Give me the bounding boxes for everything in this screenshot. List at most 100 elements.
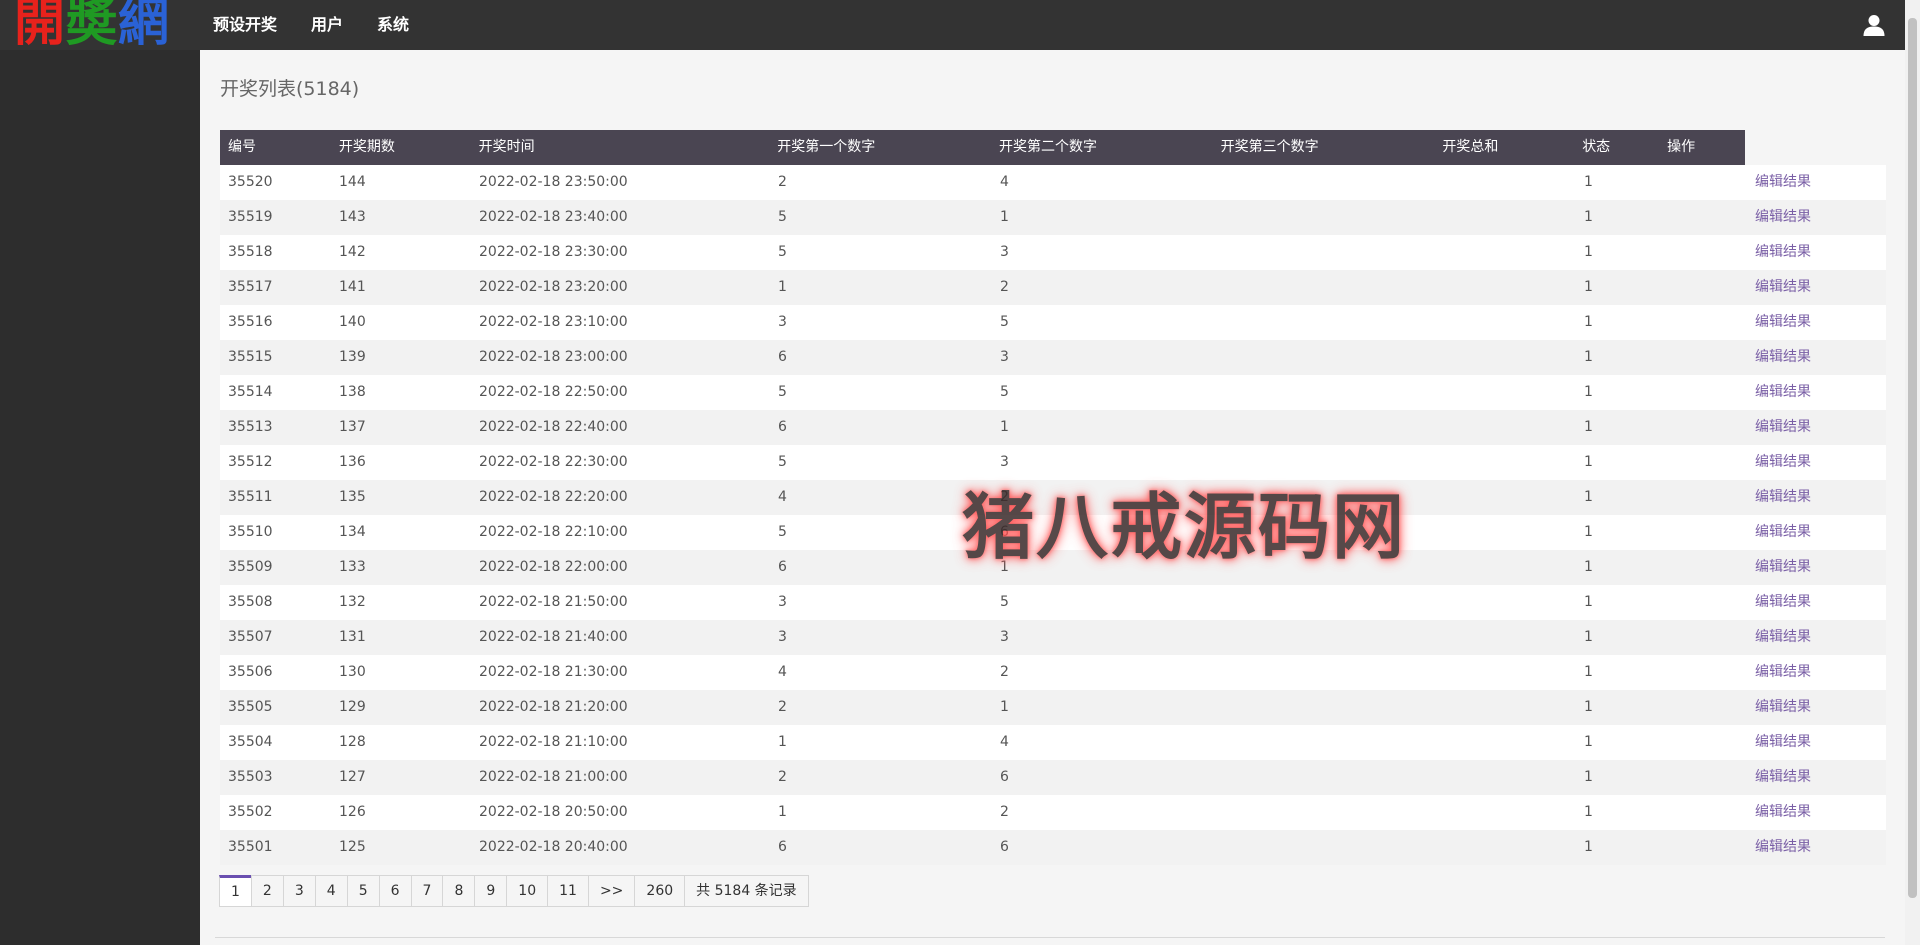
edit-result-link[interactable]: 编辑结果 [1755,769,1811,785]
cell-status: 1 [1584,734,1593,750]
edit-result-link[interactable]: 编辑结果 [1755,594,1811,610]
page-button-11[interactable]: 11 [547,875,589,907]
last-page-button[interactable]: 260 [634,875,686,907]
cell-third-number [1214,830,1436,865]
cell-second-number: 6 [1000,524,1009,540]
cell-time: 2022-02-18 23:40:00 [479,209,628,225]
scrollbar-thumb[interactable] [1908,18,1917,898]
cell-first-number: 5 [778,244,787,260]
cell-sum [1436,830,1576,865]
cell-id: 35506 [228,664,273,680]
page-button-3[interactable]: 3 [282,875,316,907]
page-button-7[interactable]: 7 [410,875,444,907]
cell-first-number: 1 [778,734,787,750]
edit-result-link[interactable]: 编辑结果 [1755,839,1811,855]
cell-spacer [1661,410,1747,445]
edit-result-link[interactable]: 编辑结果 [1755,279,1811,295]
edit-result-link[interactable]: 编辑结果 [1755,209,1811,225]
nav-item-system[interactable]: 系统 [360,0,426,50]
table-row: 35512 136 2022-02-18 22:30:00 5 3 1 编辑结果 [220,445,1886,480]
cell-status: 1 [1584,559,1593,575]
page-button-8[interactable]: 8 [442,875,476,907]
top-navbar: 開奬網 预设开奖 用户 系统 [0,0,1905,52]
edit-result-link[interactable]: 编辑结果 [1755,629,1811,645]
page-title: 开奖列表(5184) [220,78,360,100]
edit-result-link[interactable]: 编辑结果 [1755,664,1811,680]
cell-first-number: 6 [778,419,787,435]
cell-sum [1436,445,1576,480]
cell-status: 1 [1584,419,1593,435]
edit-result-link[interactable]: 编辑结果 [1755,174,1811,190]
edit-result-link[interactable]: 编辑结果 [1755,454,1811,470]
cell-status: 1 [1584,349,1593,365]
cell-period: 126 [339,804,366,820]
site-logo[interactable]: 開奬網 [14,0,170,52]
cell-time: 2022-02-18 22:50:00 [479,384,628,400]
cell-first-number: 1 [778,279,787,295]
page-button-9[interactable]: 9 [474,875,508,907]
page-button-2[interactable]: 2 [250,875,284,907]
edit-result-link[interactable]: 编辑结果 [1755,734,1811,750]
page-button-6[interactable]: 6 [378,875,412,907]
cell-action: 编辑结果 [1747,515,1886,550]
page-button-4[interactable]: 4 [314,875,348,907]
cell-action: 编辑结果 [1747,620,1886,655]
edit-result-link[interactable]: 编辑结果 [1755,804,1811,820]
edit-result-link[interactable]: 编辑结果 [1755,384,1811,400]
edit-result-link[interactable]: 编辑结果 [1755,524,1811,540]
edit-result-link[interactable]: 编辑结果 [1755,559,1811,575]
cell-id: 35514 [228,384,273,400]
cell-third-number [1214,445,1436,480]
page-button-1[interactable]: 1 [219,875,252,907]
cell-second-number: 4 [1000,734,1009,750]
cell-second-number: 3 [1000,454,1009,470]
cell-spacer [1661,235,1747,270]
cell-period: 144 [339,174,366,190]
cell-spacer [1661,655,1747,690]
next-page-button[interactable]: >> [587,875,636,907]
edit-result-link[interactable]: 编辑结果 [1755,489,1811,505]
cell-second-number: 2 [1000,279,1009,295]
cell-third-number [1214,655,1436,690]
cell-time: 2022-02-18 22:20:00 [479,489,628,505]
cell-time: 2022-02-18 23:50:00 [479,174,628,190]
user-icon[interactable] [1862,13,1886,37]
cell-sum [1436,305,1576,340]
cell-second-number: 6 [1000,769,1009,785]
cell-action: 编辑结果 [1747,725,1886,760]
nav-item-preset-draw[interactable]: 预设开奖 [196,0,294,50]
edit-result-link[interactable]: 编辑结果 [1755,419,1811,435]
cell-spacer [1661,305,1747,340]
cell-time: 2022-02-18 20:40:00 [479,839,628,855]
cell-third-number [1214,515,1436,550]
header-third-number: 开奖第三个数字 [1220,139,1319,155]
page-button-10[interactable]: 10 [506,875,549,907]
cell-id: 35508 [228,594,273,610]
cell-time: 2022-02-18 22:00:00 [479,559,628,575]
cell-third-number [1214,200,1436,235]
cell-time: 2022-02-18 21:10:00 [479,734,628,750]
cell-id: 35515 [228,349,273,365]
page-scrollbar[interactable] [1905,0,1920,945]
table-row: 35504 128 2022-02-18 21:10:00 1 4 1 编辑结果 [220,725,1886,760]
cell-spacer [1661,375,1747,410]
cell-time: 2022-02-18 23:20:00 [479,279,628,295]
edit-result-link[interactable]: 编辑结果 [1755,699,1811,715]
cell-first-number: 6 [778,349,787,365]
table-row: 35520 144 2022-02-18 23:50:00 2 4 1 编辑结果 [220,165,1886,200]
cell-second-number: 1 [1000,559,1009,575]
edit-result-link[interactable]: 编辑结果 [1755,244,1811,260]
cell-third-number [1214,585,1436,620]
cell-time: 2022-02-18 22:40:00 [479,419,628,435]
pagination: 1 2 3 4 5 6 7 8 9 10 11 >> 260 共 5184 条记录 [219,875,809,907]
edit-result-link[interactable]: 编辑结果 [1755,349,1811,365]
nav-item-users[interactable]: 用户 [294,0,360,50]
cell-first-number: 3 [778,629,787,645]
cell-status: 1 [1584,524,1593,540]
cell-sum [1436,585,1576,620]
page-button-5[interactable]: 5 [346,875,380,907]
cell-status: 1 [1584,489,1593,505]
edit-result-link[interactable]: 编辑结果 [1755,314,1811,330]
cell-period: 135 [339,489,366,505]
cell-status: 1 [1584,804,1593,820]
